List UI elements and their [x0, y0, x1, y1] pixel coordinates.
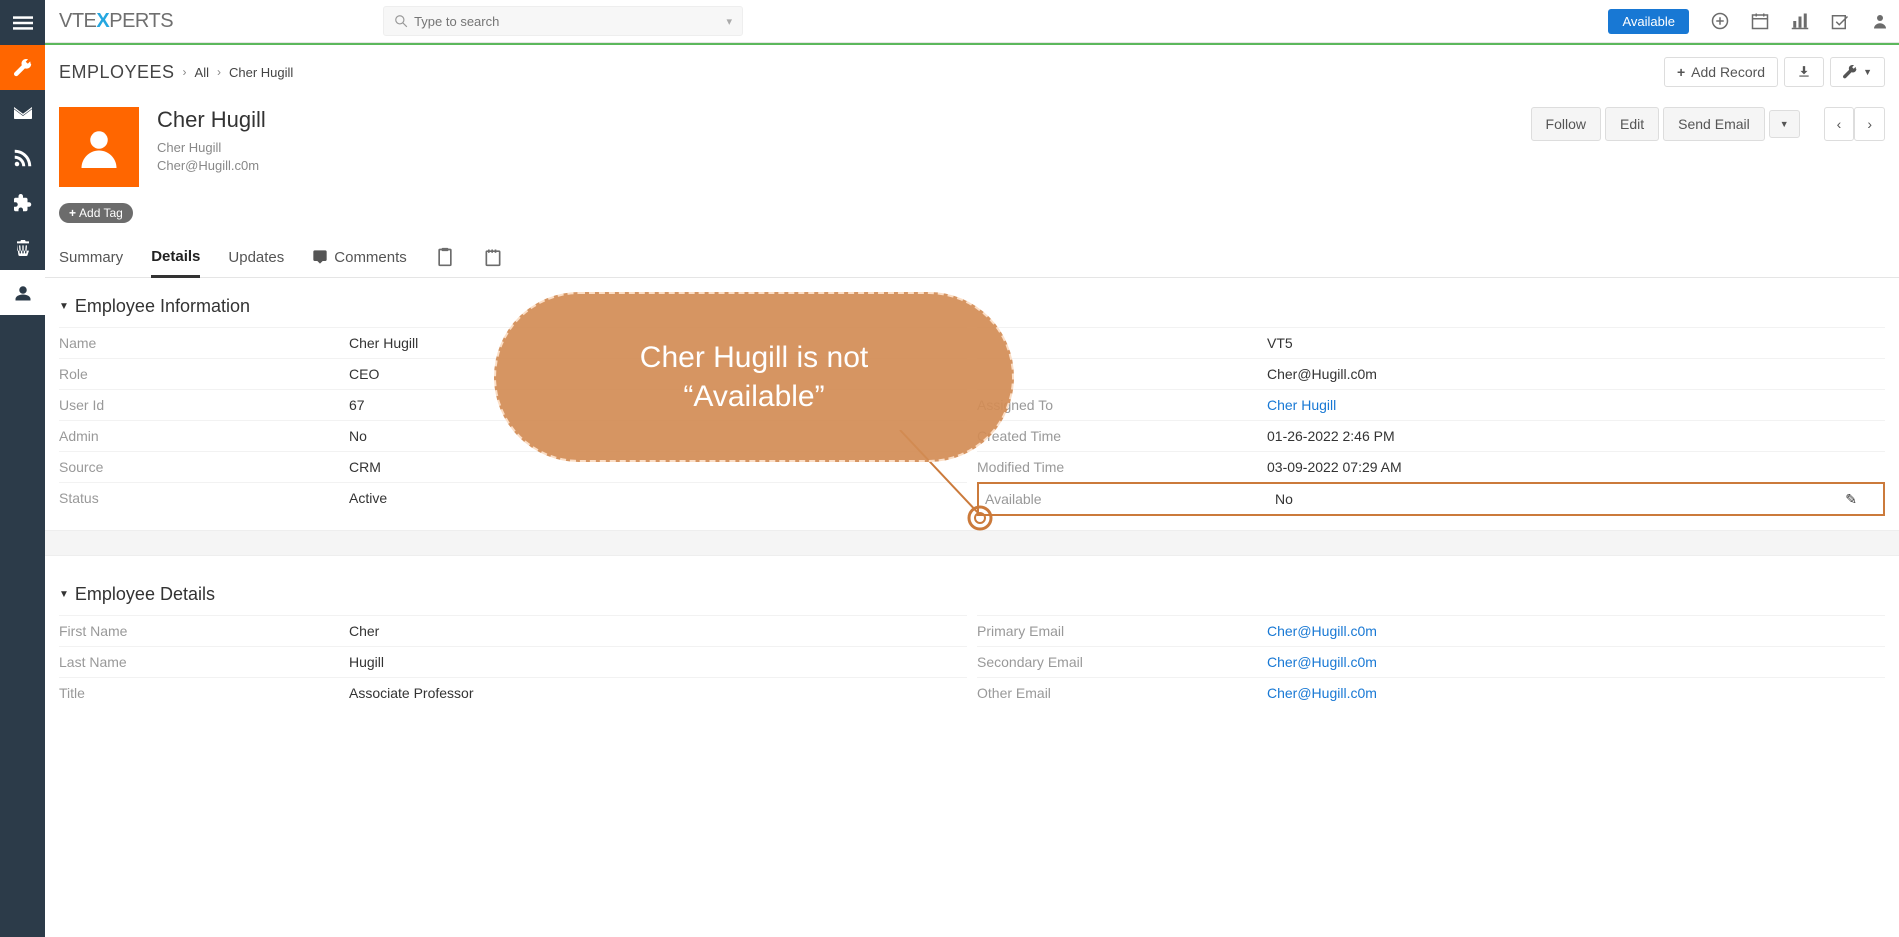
field-row: AdminNo: [59, 420, 967, 451]
wrench-icon[interactable]: [0, 45, 45, 90]
details-left-col: First NameCher Last NameHugill TitleAsso…: [59, 615, 967, 708]
section-employee-details: ▼Employee Details First NameCher Last Na…: [45, 566, 1899, 712]
add-record-button[interactable]: +Add Record: [1664, 57, 1778, 87]
tab-updates[interactable]: Updates: [228, 249, 284, 276]
field-row: Modified Time03-09-2022 07:29 AM: [977, 451, 1885, 482]
module-name: EMPLOYEES: [59, 62, 175, 83]
main-content: EMPLOYEES › All › Cher Hugill +Add Recor…: [45, 45, 1899, 712]
record-header: Cher Hugill Cher Hugill Cher@Hugill.c0m …: [45, 91, 1899, 197]
field-row: User Id67: [59, 389, 967, 420]
record-actions: Follow Edit Send Email ▼ ‹ ›: [1531, 107, 1885, 141]
clipboard-icon[interactable]: [435, 247, 455, 277]
calendar-icon[interactable]: [1751, 12, 1769, 30]
import-button[interactable]: [1784, 57, 1824, 87]
breadcrumb-current: Cher Hugill: [229, 65, 293, 80]
field-row: Other EmailCher@Hugill.c0m: [977, 677, 1885, 708]
search-icon: [394, 14, 408, 28]
field-row: TitleAssociate Professor: [59, 677, 967, 708]
tabs: Summary Details Updates Comments: [45, 231, 1899, 278]
tab-comments[interactable]: Comments: [312, 249, 407, 276]
breadcrumb-sep: ›: [183, 65, 187, 79]
comment-icon: [312, 249, 328, 265]
breadcrumb-actions: +Add Record ▼: [1664, 57, 1885, 87]
next-record-button[interactable]: ›: [1854, 107, 1885, 141]
available-button[interactable]: Available: [1608, 9, 1689, 34]
add-tag-button[interactable]: +Add Tag: [59, 203, 133, 223]
checkbox-icon[interactable]: [1831, 12, 1849, 30]
field-row: NameCher Hugill: [59, 327, 967, 358]
section-employee-info: ▼Employee Information NameCher Hugill Ro…: [45, 278, 1899, 520]
field-row: Assigned ToCher Hugill: [977, 389, 1885, 420]
user-menu-icon[interactable]: [1871, 12, 1889, 30]
chart-icon[interactable]: [1791, 12, 1809, 30]
field-row: Cher@Hugill.c0m: [977, 358, 1885, 389]
search-dropdown-icon[interactable]: ▾: [727, 15, 733, 28]
tab-details[interactable]: Details: [151, 248, 200, 278]
details-right-col: Primary EmailCher@Hugill.c0m Secondary E…: [977, 615, 1885, 708]
trash-icon[interactable]: [0, 225, 45, 270]
field-row: Last NameHugill: [59, 646, 967, 677]
puzzle-icon[interactable]: [0, 180, 45, 225]
breadcrumb-all[interactable]: All: [195, 65, 209, 80]
prev-record-button[interactable]: ‹: [1824, 107, 1855, 141]
field-row: First NameCher: [59, 615, 967, 646]
field-row: StatusActive: [59, 482, 967, 513]
record-info: Cher Hugill Cher Hugill Cher@Hugill.c0m: [157, 107, 266, 175]
edit-button[interactable]: Edit: [1605, 107, 1659, 141]
add-icon[interactable]: [1711, 12, 1729, 30]
menu-icon[interactable]: [0, 0, 45, 45]
user-icon[interactable]: [0, 270, 45, 315]
info-right-col: VT5 Cher@Hugill.c0m Assigned ToCher Hugi…: [977, 327, 1885, 516]
search-input[interactable]: [414, 14, 726, 29]
field-row: SourceCRM: [59, 451, 967, 482]
info-left-col: NameCher Hugill RoleCEO User Id67 AdminN…: [59, 327, 967, 516]
field-row: Primary EmailCher@Hugill.c0m: [977, 615, 1885, 646]
edit-pencil-icon[interactable]: ✎: [1845, 491, 1857, 508]
record-email: Cher@Hugill.c0m: [157, 157, 266, 175]
accent-line: [45, 43, 1899, 45]
left-sidebar: [0, 0, 45, 937]
field-row-available: AvailableNo: [977, 482, 1885, 516]
header-right: Available: [1608, 9, 1889, 34]
search-box[interactable]: ▾: [383, 6, 743, 36]
field-row: VT5: [977, 327, 1885, 358]
section-title[interactable]: ▼Employee Information: [59, 296, 1885, 317]
logo: VTEXPERTS: [59, 10, 173, 33]
tab-summary[interactable]: Summary: [59, 249, 123, 276]
record-subtitle: Cher Hugill: [157, 139, 266, 157]
field-row: Created Time01-26-2022 2:46 PM: [977, 420, 1885, 451]
section-title[interactable]: ▼Employee Details: [59, 584, 1885, 605]
more-actions-button[interactable]: ▼: [1769, 110, 1800, 138]
mail-icon[interactable]: [0, 90, 45, 135]
avatar: [59, 107, 139, 187]
field-row: RoleCEO: [59, 358, 967, 389]
record-title: Cher Hugill: [157, 107, 266, 133]
breadcrumb-sep: ›: [217, 65, 221, 79]
send-email-button[interactable]: Send Email: [1663, 107, 1765, 141]
follow-button[interactable]: Follow: [1531, 107, 1601, 141]
pager: ‹ ›: [1824, 107, 1885, 141]
breadcrumb-bar: EMPLOYEES › All › Cher Hugill +Add Recor…: [45, 45, 1899, 91]
field-row: Secondary EmailCher@Hugill.c0m: [977, 646, 1885, 677]
section-divider: [45, 530, 1899, 556]
notes-icon[interactable]: [483, 247, 503, 277]
top-header: VTEXPERTS ▾ Available: [45, 0, 1899, 43]
rss-icon[interactable]: [0, 135, 45, 180]
settings-dropdown-button[interactable]: ▼: [1830, 57, 1885, 87]
